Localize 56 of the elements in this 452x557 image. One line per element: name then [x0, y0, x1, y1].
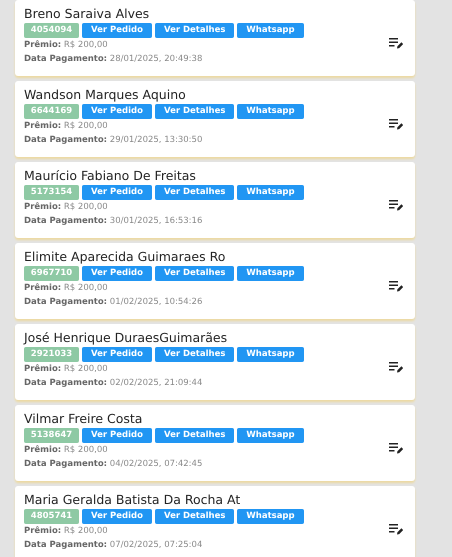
action-button[interactable]: Ver Pedido — [82, 104, 152, 119]
edit-list-icon[interactable] — [389, 442, 403, 454]
action-button[interactable]: Ver Pedido — [82, 428, 152, 443]
payment-date-text: Data Pagamento: 02/02/2025, 21:09:44 — [24, 377, 204, 390]
order-code: 6644169 — [24, 104, 79, 119]
payment-date-text: Data Pagamento: 30/01/2025, 16:53:16 — [24, 215, 204, 228]
payment-date-text: Data Pagamento: 04/02/2025, 07:42:45 — [24, 458, 204, 471]
payment-date-text: Data Pagamento: 01/02/2025, 10:54:26 — [24, 296, 204, 309]
action-button[interactable]: Ver Pedido — [82, 266, 152, 281]
action-button[interactable]: Ver Pedido — [82, 185, 152, 200]
prize-text: Prêmio: R$ 200,00 — [24, 444, 109, 457]
customer-name: Maurício Fabiano De Freitas — [24, 167, 197, 184]
edit-list-icon[interactable] — [389, 118, 403, 130]
prize-text: Prêmio: R$ 200,00 — [24, 363, 109, 376]
action-button[interactable]: Ver Detalhes — [154, 23, 234, 38]
action-button[interactable]: Whatsapp — [237, 23, 304, 38]
customer-name: Elimite Aparecida Guimaraes Ro — [24, 248, 226, 265]
customer-name: José Henrique DuraesGuimarães — [24, 329, 228, 346]
prize-text: Prêmio: R$ 200,00 — [24, 282, 109, 295]
order-code: 5173154 — [24, 185, 79, 200]
payment-date-text: Data Pagamento: 07/02/2025, 07:25:04 — [24, 539, 204, 552]
action-button[interactable]: Ver Pedido — [82, 23, 152, 38]
prize-text: Prêmio: R$ 200,00 — [24, 120, 109, 133]
action-button[interactable]: Whatsapp — [237, 509, 304, 524]
edit-list-icon[interactable] — [389, 198, 403, 210]
customer-name: Vilmar Freire Costa — [24, 410, 144, 427]
action-button[interactable]: Ver Pedido — [82, 347, 152, 362]
order-code: 5138647 — [24, 428, 79, 443]
customer-name: Maria Geralda Batista Da Rocha At — [24, 491, 242, 508]
payment-date-text: Data Pagamento: 28/01/2025, 20:49:38 — [24, 53, 204, 66]
action-button[interactable]: Ver Detalhes — [154, 509, 234, 524]
order-code: 6967710 — [24, 266, 79, 281]
action-button[interactable]: Whatsapp — [237, 185, 304, 200]
edit-list-icon[interactable] — [389, 522, 403, 534]
customer-name: Wandson Marques Aquino — [24, 86, 187, 103]
action-button[interactable]: Ver Pedido — [82, 509, 152, 524]
customer-name: Breno Saraiva Alves — [24, 5, 150, 22]
action-button[interactable]: Ver Detalhes — [154, 347, 234, 362]
prize-text: Prêmio: R$ 200,00 — [24, 39, 109, 52]
payment-date-text: Data Pagamento: 29/01/2025, 13:30:50 — [24, 134, 204, 147]
order-code: 4054094 — [24, 23, 79, 38]
action-button[interactable]: Whatsapp — [237, 266, 304, 281]
action-button[interactable]: Whatsapp — [237, 104, 304, 119]
order-code: 4805741 — [24, 509, 79, 524]
action-button[interactable]: Whatsapp — [237, 347, 304, 362]
prize-text: Prêmio: R$ 200,00 — [24, 201, 109, 214]
edit-list-icon[interactable] — [389, 360, 403, 372]
order-code: 2921033 — [24, 347, 79, 362]
action-button[interactable]: Ver Detalhes — [154, 185, 234, 200]
action-button[interactable]: Ver Detalhes — [154, 104, 234, 119]
action-button[interactable]: Ver Detalhes — [154, 266, 234, 281]
edit-list-icon[interactable] — [389, 36, 403, 48]
prize-text: Prêmio: R$ 200,00 — [24, 525, 109, 538]
action-button[interactable]: Whatsapp — [237, 428, 304, 443]
edit-list-icon[interactable] — [389, 280, 403, 292]
action-button[interactable]: Ver Detalhes — [154, 428, 234, 443]
